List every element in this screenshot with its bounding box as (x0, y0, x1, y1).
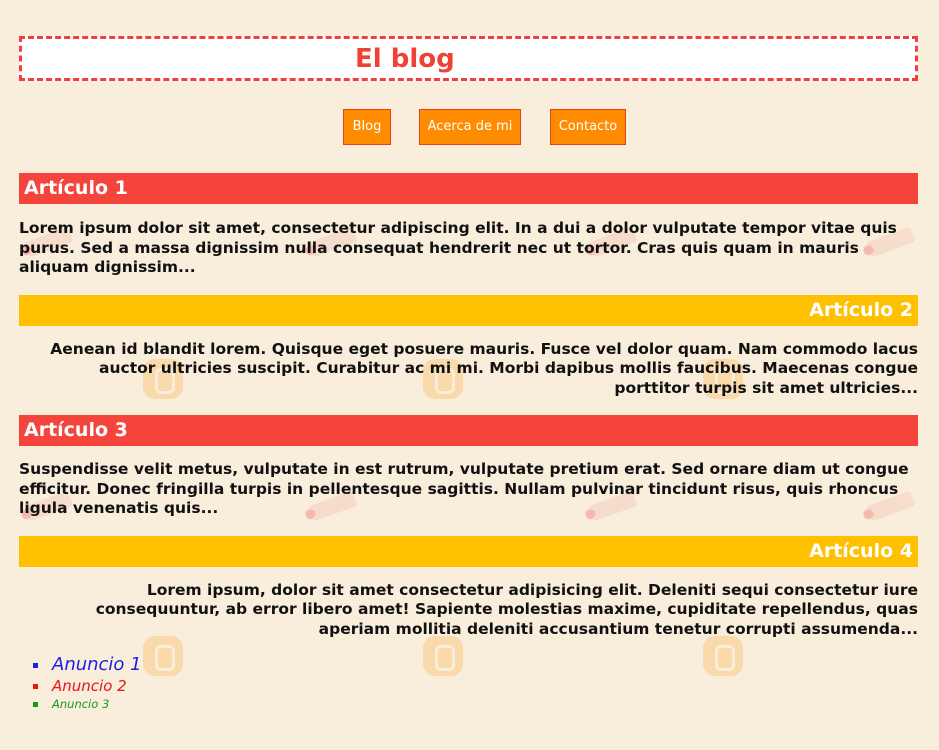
site-title: El blog (355, 44, 455, 74)
ad-item-3[interactable]: Anuncio 3 (33, 696, 918, 712)
article-excerpt: Lorem ipsum dolor sit amet, consectetur … (19, 219, 897, 276)
article-4: Artículo 4 Lorem ipsum, dolor sit amet c… (19, 535, 918, 640)
page-container: El blog Blog Acerca de mi Contacto Artíc… (19, 36, 918, 712)
ad-item-1[interactable]: Anuncio 1 (33, 654, 918, 676)
article-title[interactable]: Artículo 2 (19, 294, 918, 326)
nav-contact-button[interactable]: Contacto (550, 109, 626, 145)
nav-blog-button[interactable]: Blog (343, 109, 391, 145)
article-excerpt: Lorem ipsum, dolor sit amet consectetur … (95, 580, 918, 638)
article-excerpt: Aenean id blandit lorem. Quisque eget po… (50, 339, 918, 397)
main-nav: Blog Acerca de mi Contacto (19, 109, 918, 145)
article-title[interactable]: Artículo 3 (19, 415, 918, 446)
article-2: Artículo 2 Aenean id blandit lorem. Quis… (19, 294, 918, 399)
article-title[interactable]: Artículo 1 (19, 173, 918, 204)
site-header: El blog (19, 36, 918, 81)
nav-about-button[interactable]: Acerca de mi (419, 109, 521, 145)
article-title[interactable]: Artículo 4 (19, 535, 918, 567)
ad-item-2[interactable]: Anuncio 2 (33, 676, 918, 696)
article-1: Artículo 1 Lorem ipsum dolor sit amet, c… (19, 173, 918, 278)
ads-list: Anuncio 1 Anuncio 2 Anuncio 3 (33, 654, 918, 712)
article-excerpt: Suspendisse velit metus, vulputate in es… (19, 460, 909, 517)
article-3: Artículo 3 Suspendisse velit metus, vulp… (19, 415, 918, 519)
